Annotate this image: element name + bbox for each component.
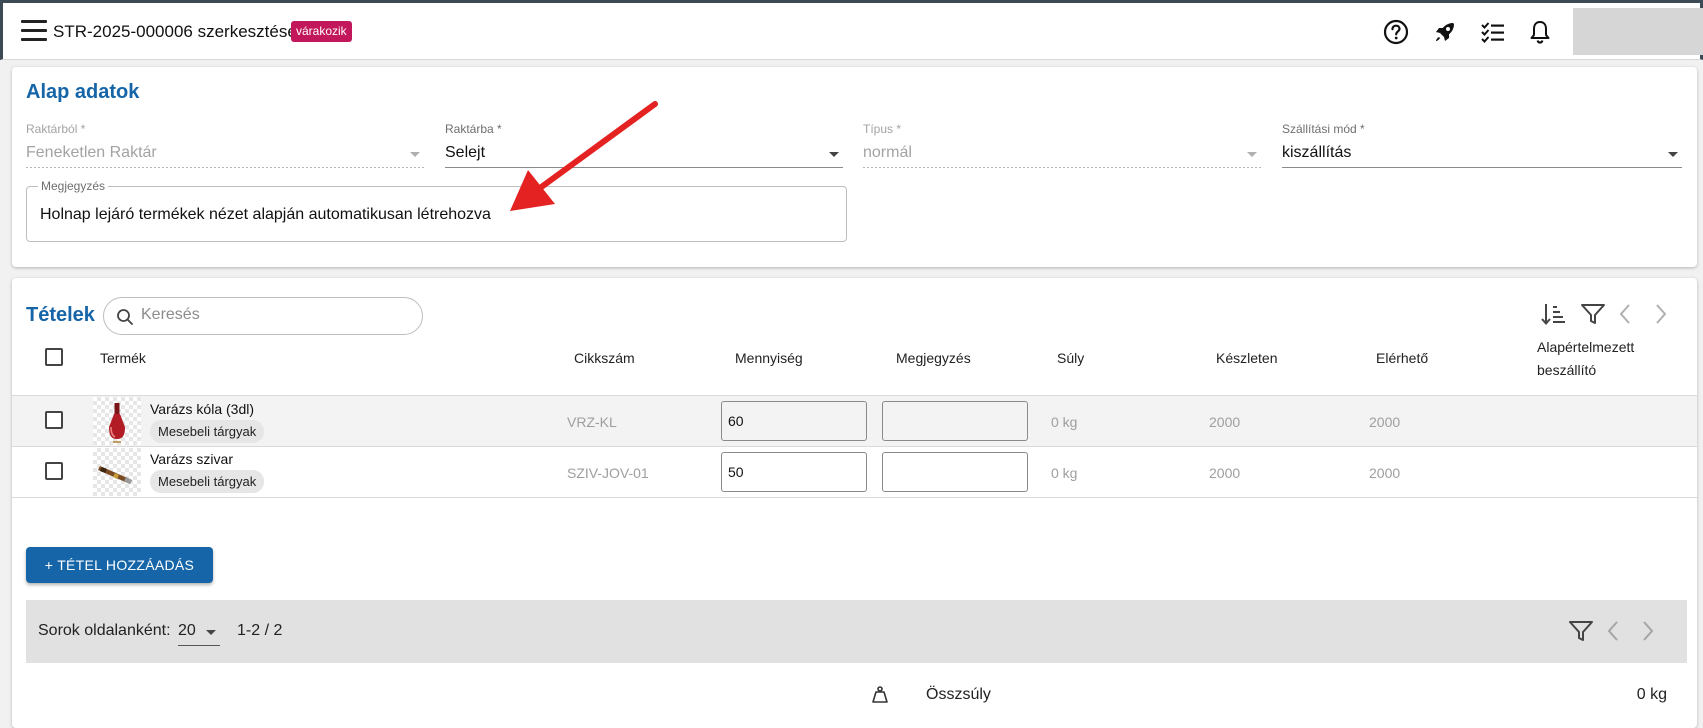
note-field-label: Megjegyzés: [38, 179, 109, 193]
chevron-right-icon[interactable]: [1633, 617, 1661, 645]
column-header-available[interactable]: Elérhető: [1376, 350, 1428, 366]
chevron-down-icon[interactable]: [829, 152, 839, 157]
bottle-image: [109, 403, 125, 443]
stock-cell: 2000: [1209, 465, 1241, 481]
row-checkbox[interactable]: [45, 411, 63, 429]
column-header-supplier[interactable]: Alapértelmezett: [1537, 339, 1634, 355]
available-cell: 2000: [1369, 465, 1401, 481]
column-header-quantity[interactable]: Mennyiség: [735, 350, 803, 366]
bell-icon[interactable]: [1526, 18, 1554, 46]
column-header-supplier-line2: beszállító: [1537, 362, 1597, 378]
help-icon[interactable]: [1382, 18, 1410, 46]
search-field[interactable]: [103, 297, 423, 335]
row-note-input[interactable]: [882, 452, 1028, 492]
sku-cell: VRZ-KL: [567, 414, 617, 430]
rows-per-page-select[interactable]: 20: [178, 620, 220, 646]
type-select: Típus * normál: [863, 122, 1261, 168]
weight-cell: 0 kg: [1051, 465, 1078, 481]
chevron-left-icon[interactable]: [1600, 617, 1628, 645]
row-divider: [12, 497, 1697, 498]
page-range: 1-2 / 2: [237, 622, 283, 639]
column-header-note[interactable]: Megjegyzés: [896, 350, 971, 366]
row-note-input[interactable]: [882, 401, 1028, 441]
search-input[interactable]: [141, 306, 411, 324]
pagination-bar: Sorok oldalanként: 20 1-2 / 2: [26, 600, 1687, 663]
page-title: STR-2025-000006 szerkesztése: [53, 22, 297, 41]
search-icon: [117, 309, 133, 325]
quantity-input[interactable]: [721, 452, 867, 492]
column-header-sku[interactable]: Cikkszám: [574, 350, 635, 366]
shipping-method-select[interactable]: Szállítási mód * kiszállítás: [1282, 122, 1682, 168]
total-weight-label: Összsúly: [926, 686, 991, 703]
quantity-input[interactable]: [721, 401, 867, 441]
category-chip: Mesebeli tárgyak: [150, 470, 265, 493]
chevron-left-icon[interactable]: [1612, 300, 1640, 328]
basic-data-title: Alap adatok: [26, 81, 140, 103]
items-title: Tételek: [26, 304, 95, 326]
sku-cell: SZIV-JOV-01: [567, 465, 649, 481]
note-field[interactable]: Megjegyzés Holnap lejáró termékek nézet …: [26, 179, 847, 242]
cigar-image: [98, 466, 132, 484]
rocket-icon[interactable]: [1431, 18, 1459, 46]
category-chip: Mesebeli tárgyak: [150, 420, 265, 443]
column-header-product[interactable]: Termék: [100, 350, 146, 366]
menu-icon[interactable]: [21, 20, 47, 44]
filter-icon[interactable]: [1579, 300, 1607, 328]
rows-per-page-label: Sorok oldalanként:: [38, 622, 171, 639]
to-warehouse-select[interactable]: Raktárba * Selejt: [445, 122, 843, 168]
chevron-down-icon: [410, 152, 420, 157]
from-warehouse-select: Raktárból * Feneketlen Raktár: [26, 122, 424, 168]
avatar[interactable]: [1573, 8, 1703, 55]
stock-cell: 2000: [1209, 414, 1241, 430]
chevron-down-icon: [206, 630, 216, 635]
product-name[interactable]: Varázs kóla (3dl): [150, 401, 254, 417]
select-all-checkbox[interactable]: [45, 348, 63, 366]
column-header-stock[interactable]: Készleten: [1216, 350, 1277, 366]
row-checkbox[interactable]: [45, 462, 63, 480]
sort-icon[interactable]: [1539, 300, 1567, 328]
total-weight-value: 0 kg: [1636, 686, 1667, 703]
available-cell: 2000: [1369, 414, 1401, 430]
product-thumbnail: [93, 397, 141, 445]
tasklist-icon[interactable]: [1479, 18, 1507, 46]
status-badge: várakozik: [291, 21, 352, 42]
chevron-down-icon: [1247, 152, 1257, 157]
basic-data-card: Alap adatok Raktárból * Feneketlen Raktá…: [12, 67, 1697, 267]
weight-icon: [872, 686, 888, 703]
add-item-button[interactable]: + TÉTEL HOZZÁADÁS: [26, 547, 213, 583]
filter-icon[interactable]: [1567, 617, 1595, 645]
product-name[interactable]: Varázs szivar: [150, 451, 233, 467]
items-card: Tételek Termék Cikkszám Mennyiség Megjeg…: [12, 278, 1697, 728]
app-bar: STR-2025-000006 szerkesztése várakozik: [0, 3, 1703, 60]
weight-cell: 0 kg: [1051, 414, 1078, 430]
column-header-weight[interactable]: Súly: [1057, 350, 1084, 366]
row-divider: [12, 446, 1697, 447]
chevron-right-icon[interactable]: [1646, 300, 1674, 328]
note-field-value[interactable]: Holnap lejáró termékek nézet alapján aut…: [40, 206, 491, 224]
product-thumbnail: [93, 448, 141, 496]
chevron-down-icon[interactable]: [1668, 152, 1678, 157]
